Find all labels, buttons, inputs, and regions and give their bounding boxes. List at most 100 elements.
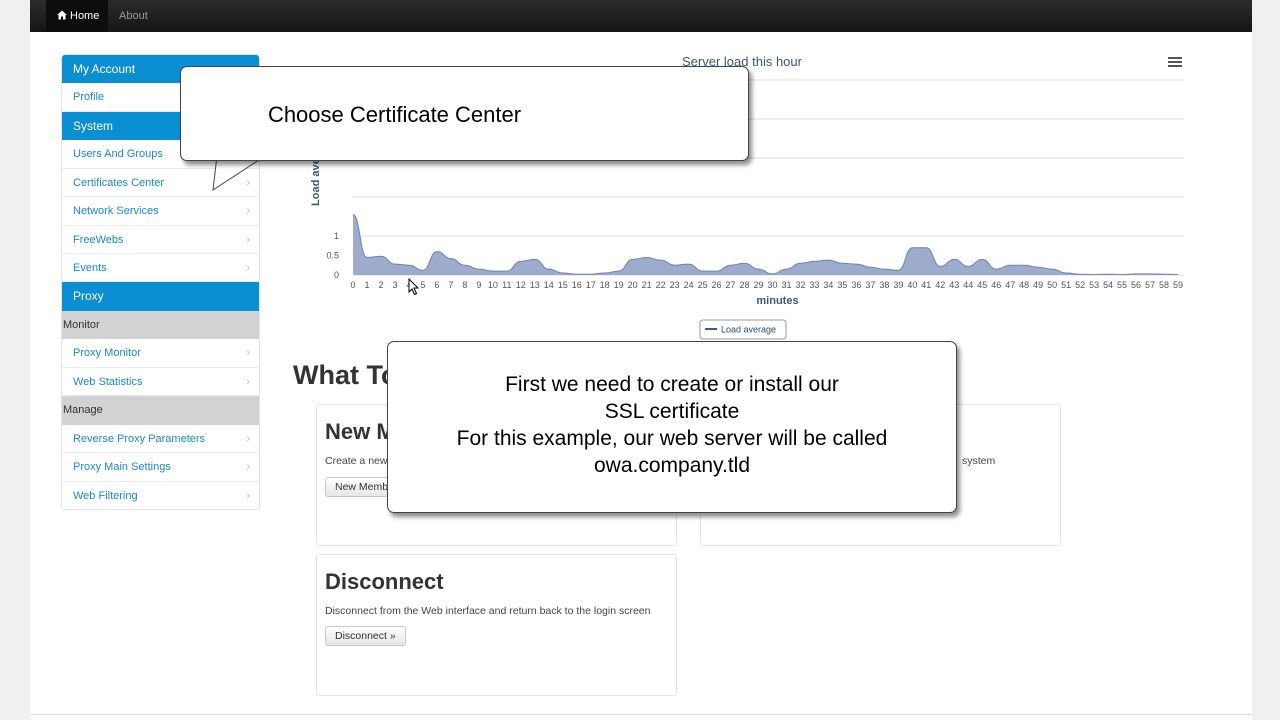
legend-label: Load average [721,325,776,335]
x-tick-label: 34 [823,280,833,290]
x-tick-label: 43 [949,280,959,290]
nav-home[interactable]: Home [46,0,108,32]
x-tick-label: 33 [809,280,819,290]
chevron-right-icon: › [246,433,250,445]
callout-line: First we need to create or install our [505,373,839,396]
sidebar-header-proxy: Proxy [62,282,259,311]
sidebar-item-freewebs[interactable]: FreeWebs › [62,226,259,254]
x-tick-label: 16 [572,280,582,290]
x-tick-label: 15 [558,280,568,290]
x-tick-label: 45 [977,280,987,290]
disconnect-button[interactable]: Disconnect » [325,626,406,646]
x-tick-label: 14 [544,280,554,290]
x-tick-label: 22 [656,280,666,290]
top-navbar: Home About [30,0,1252,32]
callout-line: owa.company.tld [593,454,751,477]
x-tick-label: 5 [420,280,425,290]
x-tick-label: 58 [1159,280,1169,290]
card-text: Disconnect from the Web interface and re… [325,605,651,617]
sidebar-group-monitor: Monitor [62,311,259,339]
x-tick-label: 24 [684,280,694,290]
x-tick-label: 20 [628,280,638,290]
nav-about[interactable]: About [119,0,148,32]
x-tick-label: 13 [530,280,540,290]
sidebar-item-label: Web Filtering [73,490,138,502]
x-tick-label: 51 [1061,280,1071,290]
x-tick-label: 47 [1005,280,1015,290]
sidebar-item-label: Proxy Main Settings [73,461,171,473]
x-tick-label: 49 [1033,280,1043,290]
x-tick-label: 23 [670,280,680,290]
sidebar-item-label: Certificates Center [73,177,165,189]
x-tick-label: 53 [1089,280,1099,290]
x-tick-label: 39 [893,280,903,290]
x-tick-label: 9 [476,280,481,290]
x-tick-label: 35 [837,280,847,290]
x-tick-label: 37 [865,280,875,290]
sidebar-item-web-filtering[interactable]: Web Filtering › [62,482,259,509]
sidebar-item-proxy-main-settings[interactable]: Proxy Main Settings › [62,453,259,482]
x-tick-label: 12 [516,280,526,290]
x-tick-label: 44 [963,280,973,290]
x-tick-label: 29 [754,280,764,290]
x-tick-label: 32 [795,280,805,290]
sidebar-item-label: Events [73,262,107,274]
x-tick-label: 11 [502,280,511,290]
sidebar-item-label: Profile [73,91,105,103]
x-tick-label: 0 [350,280,355,290]
sidebar-item-proxy-monitor[interactable]: Proxy Monitor › [62,339,259,368]
sidebar-item-network-services[interactable]: Network Services › [62,197,259,226]
sidebar-item-label: Network Services [73,205,159,217]
callout-ssl-info: First we need to create or install our S… [387,341,957,513]
x-tick-label: 3 [392,280,397,290]
nav-home-label: Home [70,10,100,22]
x-tick-label: 1 [364,280,369,290]
x-tick-label: 54 [1103,280,1113,290]
sidebar-item-label: Proxy Monitor [73,347,141,359]
x-tick-label: 55 [1117,280,1127,290]
x-tick-label: 41 [921,280,931,290]
x-tick-label: 6 [434,280,439,290]
x-tick-label: 7 [448,280,453,290]
chevron-right-icon: › [246,461,250,473]
y-tick-label: 1 [334,231,339,241]
card-title: Disconnect [325,569,444,594]
footer-divider [30,714,1252,715]
sidebar-item-events[interactable]: Events › [62,254,259,282]
series-line [352,214,1179,276]
x-tick-label: 27 [726,280,736,290]
x-tick-label: 8 [462,280,467,290]
home-icon [57,10,67,20]
x-tick-label: 56 [1131,280,1141,290]
x-tick-label: 2 [378,280,383,290]
sidebar-item-label: Users And Groups [73,148,163,160]
x-tick-label: 38 [879,280,889,290]
x-tick-label: 30 [767,280,777,290]
sidebar-item-label: Web Statistics [73,376,143,388]
chevron-right-icon: › [246,234,250,246]
x-tick-label: 25 [698,280,708,290]
card-text: system [962,455,996,467]
chevron-right-icon: › [246,376,250,388]
sidebar-item-reverse-proxy-parameters[interactable]: Reverse Proxy Parameters › [62,425,259,453]
callout-line: SSL certificate [604,400,740,423]
callout-choose-certificate: Choose Certificate Center [180,66,749,161]
sidebar-item-web-statistics[interactable]: Web Statistics › [62,368,259,396]
x-tick-label: 50 [1047,280,1057,290]
x-tick-label: 57 [1145,280,1155,290]
x-tick-label: 26 [712,280,722,290]
x-tick-label: 10 [488,280,498,290]
chevron-right-icon: › [246,262,250,274]
mouse-cursor-icon [408,278,420,296]
x-tick-label: 31 [781,280,791,290]
callout-line: For this example, our web server will be… [456,427,888,450]
disconnect-card: Disconnect Disconnect from the Web inter… [316,554,677,696]
sidebar-item-label: FreeWebs [73,234,124,246]
x-tick-label: 46 [991,280,1001,290]
x-tick-label: 52 [1075,280,1085,290]
x-tick-label: 18 [600,280,610,290]
x-tick-label: 59 [1173,280,1183,290]
x-tick-label: 48 [1019,280,1029,290]
series-area [353,214,1178,275]
callout-tail [212,155,265,192]
